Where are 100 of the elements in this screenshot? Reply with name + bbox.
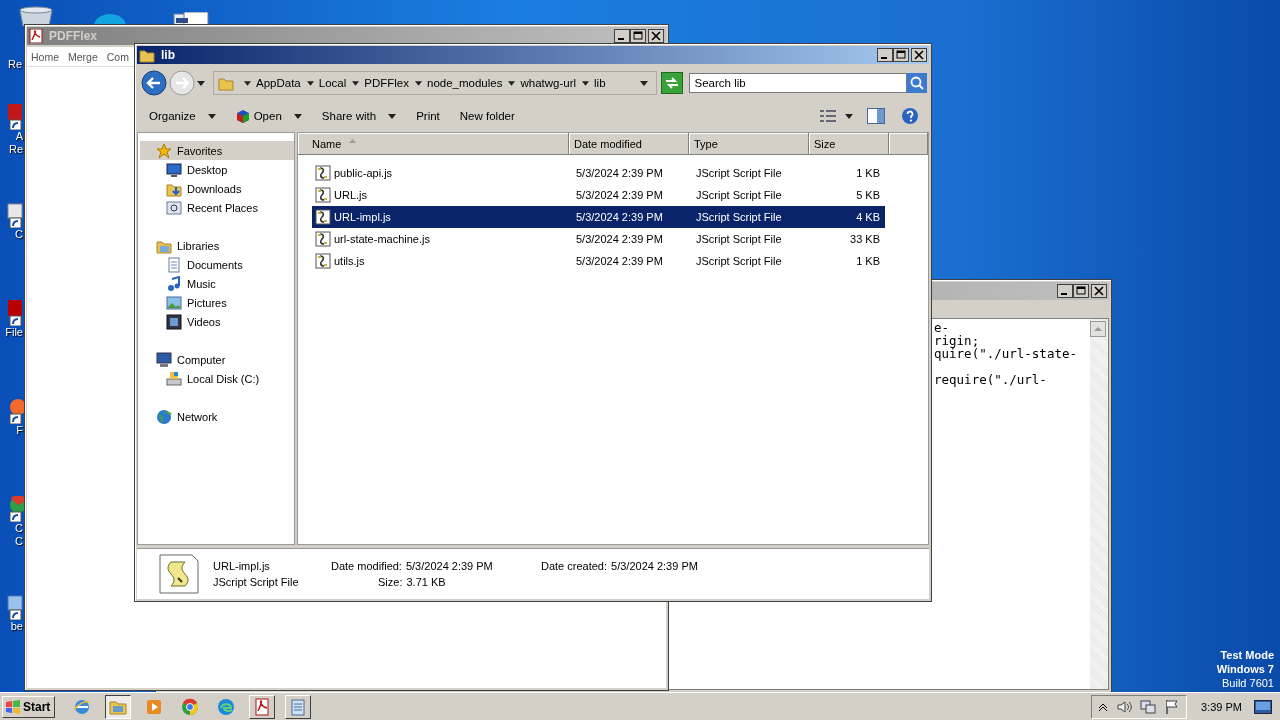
- desktop-icon-label[interactable]: Re: [8, 143, 24, 156]
- preview-pane-icon[interactable]: [867, 108, 885, 124]
- nav-item[interactable]: Local Disk (C:): [138, 369, 294, 388]
- toolbar-button[interactable]: Organize: [139, 105, 226, 127]
- breadcrumb-item[interactable]: PDFFlex: [364, 77, 409, 89]
- caret-icon: [352, 80, 360, 86]
- file-name: public-api.js: [334, 167, 393, 179]
- script-file-icon: [159, 554, 199, 594]
- chevron-up-icon[interactable]: [1098, 701, 1109, 712]
- view-options-icon[interactable]: [819, 109, 837, 123]
- date-cell-text: 5/3/2024 2:39 PM: [576, 255, 664, 267]
- media-player-icon: [145, 697, 164, 716]
- file-name: utils.js: [334, 255, 365, 267]
- caret-icon: [388, 113, 397, 119]
- caret-icon: [508, 80, 516, 86]
- browser-icon: [73, 697, 92, 716]
- flag-icon[interactable]: [1164, 698, 1181, 715]
- column-header[interactable]: Name: [298, 133, 569, 155]
- help-icon[interactable]: [901, 107, 919, 125]
- toolbar-button[interactable]: Print: [406, 105, 450, 127]
- script-file-icon: [315, 165, 331, 181]
- shortcut-icon: [6, 300, 24, 326]
- open-button[interactable]: Open: [225, 105, 312, 127]
- nav-item[interactable]: Videos: [138, 312, 294, 331]
- desktop-icon-label[interactable]: A: [15, 130, 24, 143]
- chrome-icon: [181, 697, 200, 716]
- desktop-icon-label[interactable]: Re: [7, 58, 24, 71]
- column-header[interactable]: Type: [689, 133, 809, 155]
- desktop-icon-label[interactable]: File: [5, 326, 24, 339]
- back-button[interactable]: [141, 70, 167, 96]
- column-header[interactable]: Size: [809, 133, 889, 155]
- code-line: rigin;: [934, 334, 980, 347]
- file-row[interactable]: URL.js 5/3/2024 2:39 PM JScript Script File 5 KB: [312, 184, 885, 206]
- minimize-button[interactable]: [877, 48, 893, 62]
- nav-item[interactable]: Recent Places: [138, 198, 294, 217]
- breadcrumb-item[interactable]: lib: [594, 77, 606, 89]
- menu-tab[interactable]: Home: [31, 51, 59, 63]
- desktop-icon-label[interactable]: be: [10, 620, 24, 633]
- nav-item[interactable]: Music: [138, 274, 294, 293]
- script-file-icon: [315, 209, 331, 225]
- breadcrumb-item[interactable]: whatwg-url: [520, 77, 577, 89]
- start-button[interactable]: Start: [2, 695, 56, 718]
- film-icon: [166, 313, 182, 330]
- date-cell-text: 5/3/2024 2:39 PM: [576, 167, 664, 179]
- file-type: JScript Script File: [213, 576, 299, 588]
- detail-label: Date created:: [541, 560, 608, 572]
- close-button[interactable]: [911, 48, 927, 62]
- speaker-icon[interactable]: [1116, 698, 1133, 715]
- file-row[interactable]: public-api.js 5/3/2024 2:39 PM JScript Script File 1 KB: [312, 162, 885, 184]
- size-cell-text: 1 KB: [855, 255, 880, 267]
- desktop-icon-label[interactable]: F: [16, 424, 24, 437]
- nav-item[interactable]: Desktop: [138, 160, 294, 179]
- clock[interactable]: 3:39 PM: [1201, 700, 1242, 713]
- type-cell-text: JScript Script File: [696, 211, 783, 223]
- desktop-icon-label[interactable]: C: [15, 228, 24, 241]
- network-icon[interactable]: [1140, 698, 1157, 715]
- nav-item[interactable]: Documents: [138, 255, 294, 274]
- nav-item[interactable]: Computer: [138, 350, 294, 369]
- monitor-icon: [166, 161, 182, 178]
- shortcut-icon: [6, 398, 24, 424]
- show-desktop-icon[interactable]: [1254, 699, 1272, 714]
- detail-value: 5/3/2024 2:39 PM: [405, 560, 493, 572]
- menu-tab[interactable]: Merge: [68, 51, 98, 63]
- toolbar-button[interactable]: New folder: [449, 105, 525, 127]
- os-notice-text: Windows 7: [1216, 662, 1274, 676]
- breadcrumb-item[interactable]: node_modules: [427, 77, 503, 89]
- desktop-icon-label[interactable]: C: [15, 535, 24, 548]
- file-name: URL.js: [334, 189, 367, 201]
- file-row[interactable]: URL-impl.js 5/3/2024 2:39 PM JScript Script File 4 KB: [312, 206, 885, 228]
- desktop-icon-label[interactable]: C: [15, 522, 24, 535]
- file-row[interactable]: utils.js 5/3/2024 2:39 PM JScript Script File 1 KB: [312, 250, 885, 272]
- size-cell-text: 5 KB: [855, 189, 880, 201]
- script-file-icon: [315, 253, 331, 269]
- nav-item[interactable]: Pictures: [138, 293, 294, 312]
- os-notice-text: Test Mode: [1220, 648, 1274, 662]
- taskbar-button[interactable]: [105, 694, 132, 719]
- column-header[interactable]: Date modified: [569, 133, 689, 155]
- nav-item[interactable]: Network: [138, 407, 294, 426]
- maximize-button[interactable]: [893, 48, 909, 62]
- nav-item[interactable]: Favorites: [140, 141, 294, 160]
- type-cell-text: JScript Script File: [696, 189, 783, 201]
- breadcrumb-item[interactable]: AppData: [256, 77, 301, 89]
- scrollbar[interactable]: [1090, 319, 1108, 689]
- search-icon[interactable]: [907, 73, 927, 93]
- nav-item[interactable]: Libraries: [138, 236, 294, 255]
- file-name: url-state-machine.js: [334, 233, 430, 245]
- shortcut-icon: [6, 202, 24, 228]
- menu-tab[interactable]: Com: [106, 51, 129, 63]
- address-bar[interactable]: AppData Local PDFFlex node_modules whatwg-url lib: [213, 71, 657, 95]
- caret-icon: [415, 80, 422, 86]
- os-notice-text: Build 7601: [1222, 676, 1274, 690]
- toolbar-button[interactable]: Share with: [311, 105, 407, 127]
- file-row[interactable]: url-state-machine.js 5/3/2024 2:39 PM JScript Script File 33 KB: [312, 228, 885, 250]
- type-cell-text: JScript Script File: [696, 167, 783, 179]
- pdf-icon: [29, 29, 43, 43]
- breadcrumb-item[interactable]: Local: [318, 77, 347, 89]
- refresh-button[interactable]: [660, 72, 683, 94]
- search-field[interactable]: Search lib: [688, 73, 907, 93]
- nav-item[interactable]: Downloads: [138, 179, 294, 198]
- text-area[interactable]: e- rigin; quire("./url-state- require("./url-: [934, 319, 1090, 689]
